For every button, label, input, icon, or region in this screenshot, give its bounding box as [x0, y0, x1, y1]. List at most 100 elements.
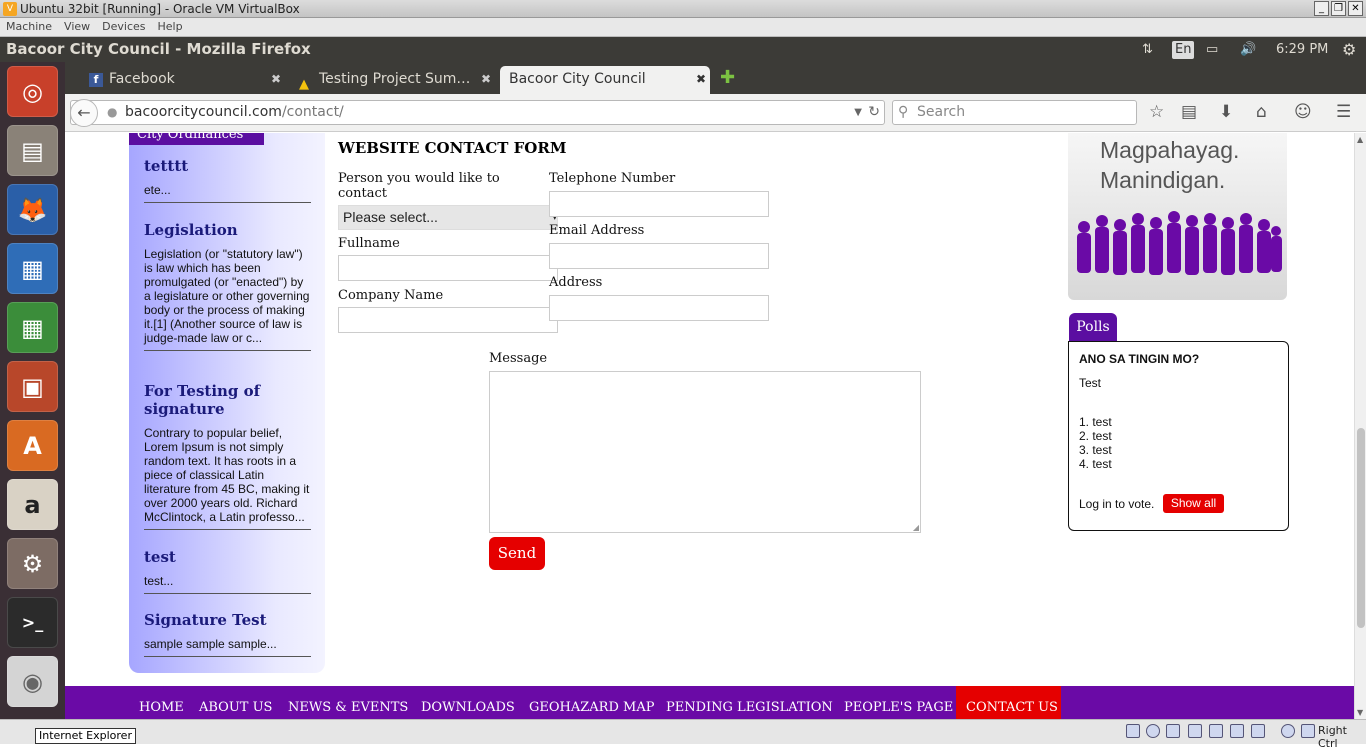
- search-input[interactable]: ⚲ Search: [892, 100, 1137, 125]
- close-tab-icon[interactable]: ✖: [696, 66, 706, 92]
- page-scrollbar[interactable]: ▲ ▼: [1354, 133, 1366, 719]
- restore-icon[interactable]: ❐: [1331, 1, 1346, 16]
- capture-icon[interactable]: [1281, 724, 1295, 738]
- shared-folder-icon[interactable]: [1209, 724, 1223, 738]
- nav-home[interactable]: HOME: [139, 686, 184, 719]
- virtualbox-statusbar: Right Ctrl: [0, 719, 1366, 750]
- keyboard-language[interactable]: En: [1172, 41, 1195, 59]
- nav-news-events[interactable]: NEWS & EVENTS: [288, 686, 408, 719]
- menu-view[interactable]: View: [58, 18, 96, 35]
- volume-icon[interactable]: 🔊: [1240, 37, 1256, 62]
- poll-description: Test: [1079, 376, 1102, 390]
- close-icon[interactable]: ✕: [1348, 1, 1363, 16]
- new-tab-icon[interactable]: ✚: [720, 67, 735, 88]
- close-tab-icon[interactable]: ✖: [271, 66, 281, 92]
- minimize-icon[interactable]: _: [1314, 1, 1329, 16]
- sidebar-item-title[interactable]: Signature Test: [144, 611, 311, 629]
- nav-contact-us[interactable]: CONTACT US: [956, 686, 1061, 719]
- person-select[interactable]: Please select... ▾: [338, 205, 558, 230]
- tooltip: Internet Explorer: [35, 728, 136, 744]
- writer-icon[interactable]: ▦: [7, 243, 58, 294]
- menu-machine[interactable]: Machine: [0, 18, 58, 35]
- select-value: Please select...: [343, 209, 438, 225]
- scrollbar-thumb[interactable]: [1357, 428, 1365, 628]
- firefox-icon[interactable]: 🦊: [7, 184, 58, 235]
- chat-icon[interactable]: ☺: [1294, 102, 1312, 122]
- resize-handle-icon[interactable]: ◢: [913, 523, 919, 532]
- tab-facebook[interactable]: f Facebook ✖: [85, 66, 285, 94]
- nav-about-us[interactable]: ABOUT US: [199, 686, 272, 719]
- polls-tab[interactable]: Polls: [1069, 313, 1117, 341]
- sidebar-item-title[interactable]: test: [144, 548, 311, 566]
- settings-icon[interactable]: ⚙: [7, 538, 58, 589]
- sidebar-item[interactable]: For Testing of signature Contrary to pop…: [144, 382, 311, 530]
- telephone-input[interactable]: [549, 191, 769, 217]
- window-title: Bacoor City Council - Mozilla Firefox: [6, 40, 311, 58]
- home-icon[interactable]: ⌂: [1256, 102, 1267, 122]
- sidebar-item[interactable]: Legislation Legislation (or "statutory l…: [144, 221, 311, 351]
- sidebar-item[interactable]: tetttt ete...: [144, 157, 311, 203]
- power-gear-icon[interactable]: ⚙: [1342, 37, 1356, 62]
- firefox-navbar: ● bacoorcitycouncil.com/contact/ ▼ ↻ ← ⚲…: [65, 94, 1366, 132]
- nav-pending-legislation[interactable]: PENDING LEGISLATION: [666, 686, 833, 719]
- network-icon[interactable]: ⇅: [1142, 37, 1153, 62]
- audio-icon[interactable]: [1166, 724, 1180, 738]
- person-label: Person you would like to contact: [338, 171, 500, 201]
- fullname-input[interactable]: [338, 255, 558, 281]
- ubuntu-launcher: ◎ ▤ 🦊 ▦ ▦ ▣ A a ⚙ >_ ◉: [0, 62, 65, 719]
- virtualbox-titlebar: V Ubuntu 32bit [Running] - Oracle VM Vir…: [0, 0, 1366, 18]
- tab-bacoor-city-council[interactable]: Bacoor City Council ✖: [500, 66, 710, 94]
- email-input[interactable]: [549, 243, 769, 269]
- amazon-icon[interactable]: a: [7, 479, 58, 530]
- software-center-icon[interactable]: A: [7, 420, 58, 471]
- reload-icon[interactable]: ↻: [868, 101, 880, 124]
- dvd-icon[interactable]: ◉: [7, 656, 58, 707]
- sidebar-item[interactable]: Signature Test sample sample sample...: [144, 611, 311, 657]
- address-input[interactable]: [549, 295, 769, 321]
- calc-icon[interactable]: ▦: [7, 302, 58, 353]
- nav-downloads[interactable]: DOWNLOADS: [421, 686, 515, 719]
- message-textarea[interactable]: ◢: [489, 371, 921, 533]
- sidebar-item-title[interactable]: Legislation: [144, 221, 311, 239]
- company-input[interactable]: [338, 307, 558, 333]
- menu-devices[interactable]: Devices: [96, 18, 151, 35]
- poll-option: 4. test: [1079, 457, 1112, 471]
- nav-geohazard-map[interactable]: GEOHAZARD MAP: [529, 686, 654, 719]
- bookmark-star-icon[interactable]: ☆: [1149, 102, 1164, 122]
- files-icon[interactable]: ▤: [7, 125, 58, 176]
- search-icon: ⚲: [898, 104, 909, 120]
- battery-icon[interactable]: ▭: [1206, 37, 1218, 62]
- history-dropdown-icon[interactable]: ▼: [854, 101, 862, 124]
- scroll-up-icon[interactable]: ▲: [1357, 135, 1363, 144]
- email-label: Email Address: [549, 223, 645, 238]
- show-all-button[interactable]: Show all: [1163, 494, 1224, 513]
- sidebar-item-title[interactable]: tetttt: [144, 157, 311, 175]
- display-icon[interactable]: [1230, 724, 1244, 738]
- back-button[interactable]: ←: [70, 99, 98, 127]
- menu-icon[interactable]: ☰: [1336, 102, 1351, 122]
- mouse-integration-icon[interactable]: [1301, 724, 1315, 738]
- send-button[interactable]: Send: [489, 537, 545, 570]
- reading-list-icon[interactable]: ▤: [1181, 102, 1197, 122]
- clock[interactable]: 6:29 PM: [1276, 37, 1328, 62]
- downloads-icon[interactable]: ⬇: [1219, 102, 1233, 122]
- sidebar-item[interactable]: test test...: [144, 548, 311, 594]
- nav-peoples-page[interactable]: PEOPLE'S PAGE: [844, 686, 953, 719]
- scroll-down-icon[interactable]: ▼: [1357, 708, 1363, 717]
- optical-drive-icon[interactable]: [1146, 724, 1160, 738]
- ubuntu-top-panel: Bacoor City Council - Mozilla Firefox ⇅ …: [0, 37, 1366, 62]
- impress-icon[interactable]: ▣: [7, 361, 58, 412]
- sidebar-item-title[interactable]: For Testing of signature: [144, 382, 311, 418]
- network-adapter-icon[interactable]: [1188, 724, 1202, 738]
- polls-widget: ANO SA TINGIN MO? Test 1. test 2. test 3…: [1068, 341, 1289, 531]
- close-tab-icon[interactable]: ✖: [481, 66, 491, 92]
- ubuntu-dash-icon[interactable]: ◎: [7, 66, 58, 117]
- hdd-icon[interactable]: [1126, 724, 1140, 738]
- crowd-silhouette-icon: [1077, 211, 1282, 275]
- firefox-tabstrip: f Facebook ✖ ▲ Testing Project Sum… ✖ Ba…: [65, 62, 1366, 94]
- usb-icon[interactable]: [1251, 724, 1265, 738]
- terminal-icon[interactable]: >_: [7, 597, 58, 648]
- tab-testing-project[interactable]: ▲ Testing Project Sum… ✖: [295, 66, 495, 94]
- url-bar[interactable]: ● bacoorcitycouncil.com/contact/ ▼ ↻: [70, 100, 885, 125]
- menu-help[interactable]: Help: [152, 18, 189, 35]
